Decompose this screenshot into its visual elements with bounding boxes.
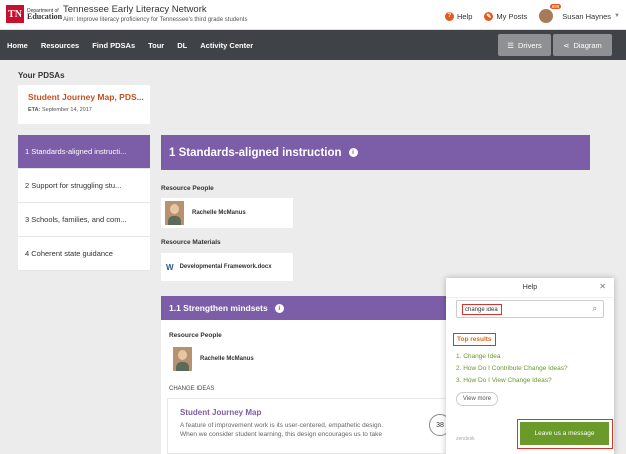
help-widget-title: Help bbox=[446, 278, 614, 298]
tn-logo-mark: TN bbox=[6, 5, 24, 23]
nav-resources[interactable]: Resources bbox=[41, 41, 79, 50]
main-nav: Home Resources Find PDSAs Tour DL Activi… bbox=[0, 30, 626, 60]
driver-item-1[interactable]: 1 Standards-aligned instructi... bbox=[18, 135, 150, 169]
help-result-link[interactable]: 2. How Do I Contribute Change Ideas? bbox=[456, 363, 568, 375]
notification-badge: 999 bbox=[549, 4, 562, 9]
pdsa-card[interactable]: Student Journey Map, PDS... ETA: Septemb… bbox=[18, 85, 150, 124]
nav-tour[interactable]: Tour bbox=[148, 41, 164, 50]
top-results-label: Top results bbox=[453, 333, 496, 346]
zendesk-logo: zendesk bbox=[456, 436, 475, 442]
eta-date: September 14, 2017 bbox=[41, 107, 92, 113]
leave-message-button[interactable]: Leave us a message bbox=[520, 422, 609, 445]
user-menu[interactable]: 999 Susan Haynes ▼ bbox=[539, 4, 620, 23]
info-icon[interactable]: i bbox=[348, 148, 358, 157]
help-search-input[interactable] bbox=[462, 304, 502, 315]
change-idea-card[interactable]: Student Journey Map A feature of improve… bbox=[167, 398, 467, 454]
help-result-link[interactable]: 1. Change Idea bbox=[456, 351, 568, 363]
driver-title: 1 Standards-aligned instruction bbox=[169, 146, 342, 159]
chevron-down-icon: ▼ bbox=[614, 13, 620, 19]
eta-label: ETA: bbox=[28, 107, 41, 113]
material-name: Developmental Framework.docx bbox=[179, 264, 272, 270]
posts-icon: ✎ bbox=[484, 11, 494, 21]
change-idea-desc-line: When we consider student learning, this … bbox=[180, 431, 382, 438]
close-icon[interactable]: ✕ bbox=[599, 282, 606, 291]
drivers-button[interactable]: ☰ Drivers bbox=[498, 34, 551, 56]
sub-driver-title: 1.1 Strengthen mindsets bbox=[169, 303, 268, 313]
driver-item-2[interactable]: 2 Support for struggling stu... bbox=[18, 169, 150, 203]
sub-resource-person-card[interactable]: Rachelle McManus bbox=[169, 344, 296, 374]
user-name: Susan Haynes bbox=[562, 11, 612, 21]
change-idea-title: Student Journey Map bbox=[180, 408, 262, 417]
my-posts-label: My Posts bbox=[496, 11, 528, 21]
person-name: Rachelle McManus bbox=[192, 210, 246, 216]
person-photo bbox=[165, 201, 184, 225]
list-icon: ☰ bbox=[507, 40, 514, 50]
pdsa-eta: ETA: September 14, 2017 bbox=[28, 107, 140, 113]
your-pdsas-heading: Your PDSAs bbox=[18, 71, 65, 80]
resource-materials-label: Resource Materials bbox=[161, 239, 221, 246]
nav-dl[interactable]: DL bbox=[177, 41, 187, 50]
nav-activity-center[interactable]: Activity Center bbox=[200, 41, 253, 50]
help-search-box: ⌕ bbox=[456, 300, 604, 318]
site-title[interactable]: Tennessee Early Literacy Network bbox=[63, 4, 207, 15]
help-link[interactable]: ? Help bbox=[444, 11, 473, 21]
sub-person-name: Rachelle McManus bbox=[200, 356, 254, 362]
info-icon[interactable]: i bbox=[274, 303, 284, 313]
resource-people-label: Resource People bbox=[161, 185, 214, 192]
change-idea-desc: A feature of improvement work is its use… bbox=[180, 421, 454, 439]
search-icon[interactable]: ⌕ bbox=[593, 304, 597, 314]
drivers-button-label: Drivers bbox=[517, 40, 542, 50]
drivers-list: 1 Standards-aligned instructi... 2 Suppo… bbox=[18, 135, 150, 271]
driver-item-3[interactable]: 3 Schools, families, and com... bbox=[18, 203, 150, 237]
person-photo bbox=[173, 347, 192, 371]
resource-material-card[interactable]: W Developmental Framework.docx bbox=[161, 253, 293, 281]
diagram-button[interactable]: ⋖ Diagram bbox=[553, 34, 612, 56]
driver-item-4[interactable]: 4 Coherent state guidance bbox=[18, 237, 150, 271]
view-more-button[interactable]: View more bbox=[456, 392, 498, 406]
help-result-link[interactable]: 3. How Do I View Change Ideas? bbox=[456, 375, 568, 387]
nav-find-pdsas[interactable]: Find PDSAs bbox=[92, 41, 135, 50]
top-header: TN Department of Education Tennessee Ear… bbox=[0, 0, 626, 30]
question-icon: ? bbox=[444, 11, 454, 21]
change-ideas-label: CHANGE IDEAS bbox=[169, 386, 215, 392]
driver-header: 1 Standards-aligned instruction i bbox=[161, 135, 590, 170]
resource-person-card[interactable]: Rachelle McManus bbox=[161, 198, 293, 228]
change-idea-desc-line: A feature of improvement work is its use… bbox=[180, 422, 384, 429]
share-nodes-icon: ⋖ bbox=[563, 40, 570, 50]
pdsa-card-title: Student Journey Map, PDS... bbox=[28, 92, 144, 102]
tn-education-logo[interactable]: TN Department of Education bbox=[6, 5, 62, 23]
avatar: 999 bbox=[539, 4, 562, 23]
my-posts-link[interactable]: ✎ My Posts bbox=[484, 11, 528, 21]
help-link-label: Help bbox=[456, 11, 473, 21]
diagram-button-label: Diagram bbox=[573, 40, 602, 50]
logo-text: Department of Education bbox=[27, 8, 62, 21]
sub-resource-people-label: Resource People bbox=[169, 332, 222, 339]
nav-items: Home Resources Find PDSAs Tour DL Activi… bbox=[7, 30, 253, 60]
nav-home[interactable]: Home bbox=[7, 41, 28, 50]
site-aim: Aim: Improve literacy proficiency for Te… bbox=[63, 17, 248, 23]
help-widget: Help ✕ ⌕ Top results 1. Change Idea 2. H… bbox=[446, 278, 614, 454]
help-results-list: 1. Change Idea 2. How Do I Contribute Ch… bbox=[456, 351, 568, 387]
word-doc-icon: W bbox=[166, 262, 174, 272]
logo-edu: Education bbox=[27, 11, 63, 21]
top-links: ? Help ✎ My Posts 999 Susan Haynes ▼ bbox=[444, 4, 620, 23]
